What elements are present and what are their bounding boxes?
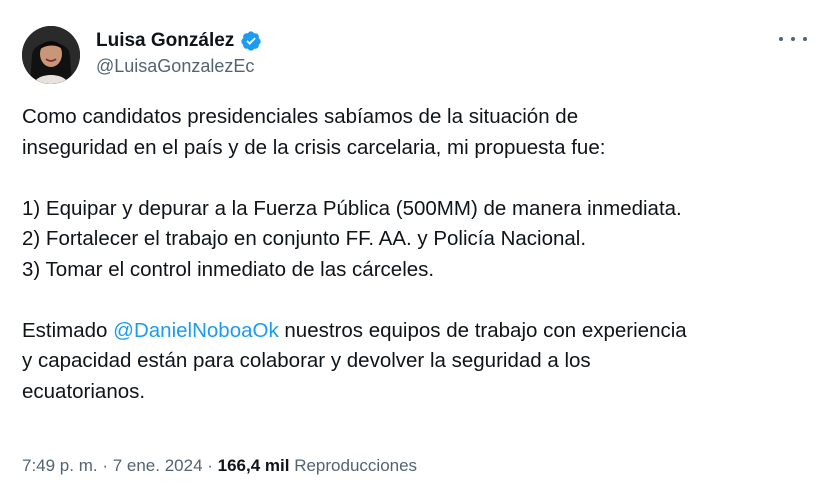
closing-line: y capacidad están para colaborar y devol…: [22, 349, 591, 372]
proposal-item: 3) Tomar el control inmediato de las cár…: [22, 257, 435, 281]
tweet-line: Como candidatos presidenciales sabíamos …: [22, 105, 579, 128]
tweet-meta: 7:49 p. m. · 7 ene. 2024 · 166,4 mil Rep…: [22, 456, 417, 476]
closing-prefix: Estimado: [22, 318, 114, 342]
avatar[interactable]: [22, 26, 80, 84]
proposal-item: 1) Equipar y depurar a la Fuerza Pública…: [22, 196, 682, 220]
views-count: 166,4 mil: [217, 456, 290, 475]
views-label: Reproducciones: [294, 456, 418, 475]
tweet-date: 7 ene. 2024: [112, 456, 203, 475]
proposal-item: 2) Fortalecer el trabajo en conjunto FF.…: [22, 227, 587, 250]
meta-separator: ·: [202, 456, 218, 475]
mention-link[interactable]: @DanielNoboaOk: [113, 319, 279, 342]
tweet-line: inseguridad en el país y de la crisis ca…: [22, 135, 606, 159]
tweet-time: 7:49 p. m.: [22, 456, 98, 475]
verified-badge-icon[interactable]: [240, 30, 262, 52]
meta-separator: ·: [97, 456, 113, 475]
tweet-text: Como candidatos presidenciales sabíamos …: [22, 102, 812, 407]
author-name[interactable]: Luisa González: [96, 30, 234, 52]
author-handle[interactable]: @LuisaGonzalezEc: [96, 56, 254, 77]
closing-suffix: nuestros equipos de trabajo con experien…: [278, 318, 687, 342]
timestamp-link[interactable]: 7:49 p. m. · 7 ene. 2024: [22, 456, 203, 475]
avatar-image: [22, 26, 80, 84]
author-row: Luisa González: [96, 28, 262, 54]
tweet-card: Luisa González @LuisaGonzalezEc Como can…: [0, 0, 825, 495]
more-horizontal-icon[interactable]: [779, 28, 807, 50]
closing-line: ecuatorianos.: [22, 379, 146, 403]
closing-line: Estimado @DanielNoboaOk nuestros equipos…: [22, 316, 812, 347]
